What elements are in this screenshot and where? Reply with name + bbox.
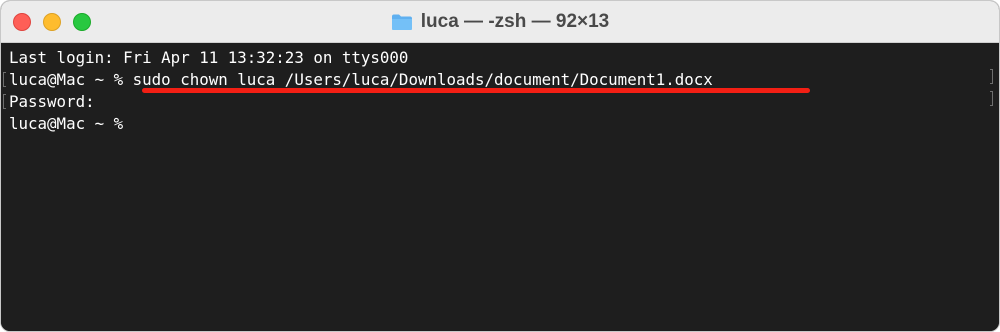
terminal-line: Password: (3, 91, 999, 113)
title-bar[interactable]: luca — -zsh — 92×13 (1, 1, 999, 43)
line-text: Last login: Fri Apr 11 13:32:23 on ttys0… (9, 48, 409, 67)
line-text: Password: (9, 92, 95, 111)
line-marker-left (3, 72, 6, 87)
terminal-line: luca@Mac ~ % (9, 113, 999, 135)
line-marker-right (990, 91, 993, 106)
terminal-line: Last login: Fri Apr 11 13:32:23 on ttys0… (9, 47, 999, 69)
terminal-output[interactable]: Last login: Fri Apr 11 13:32:23 on ttys0… (1, 43, 999, 331)
window-title: luca — -zsh — 92×13 (420, 11, 610, 32)
window-title-group: luca — -zsh — 92×13 (1, 1, 999, 43)
line-marker-right (990, 69, 993, 84)
line-prompt: luca@Mac ~ % (9, 70, 133, 89)
line-marker-left (3, 94, 6, 109)
terminal-window: luca — -zsh — 92×13 Last login: Fri Apr … (0, 0, 1000, 332)
folder-icon (391, 14, 412, 30)
command-highlight-underline (142, 88, 810, 93)
command-text: sudo chown luca /Users/luca/Downloads/do… (132, 70, 713, 89)
line-prompt: luca@Mac ~ % (9, 114, 133, 133)
